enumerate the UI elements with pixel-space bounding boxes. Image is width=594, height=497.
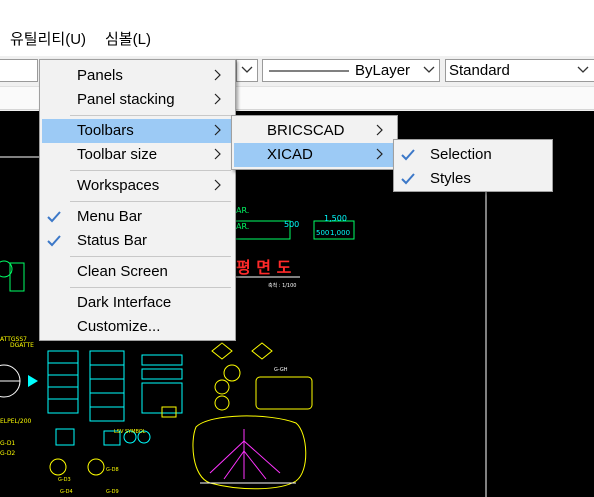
layer-combo[interactable] bbox=[0, 59, 38, 82]
menu-item-dark-interface[interactable]: Dark Interface bbox=[42, 291, 233, 315]
menu-item-customize[interactable]: Customize... bbox=[42, 315, 233, 339]
scale-label: 축척 : 1/100 bbox=[268, 282, 296, 289]
chevron-right-icon bbox=[214, 93, 221, 105]
linetype-sample-icon bbox=[269, 70, 349, 72]
menu-separator bbox=[70, 256, 231, 257]
menu-item-status-bar[interactable]: Status Bar bbox=[42, 229, 233, 253]
dim-label-c: 1,000 bbox=[330, 229, 350, 237]
menu-item-toolbar-size[interactable]: Toolbar size bbox=[42, 143, 233, 167]
menu-item-workspaces[interactable]: Workspaces bbox=[42, 174, 233, 198]
menu-bar: 유틸리티(U) 심볼(L) bbox=[0, 0, 594, 56]
chevron-right-icon bbox=[214, 124, 221, 136]
menu-separator bbox=[70, 170, 231, 171]
label-g6: G-D9 bbox=[106, 489, 119, 495]
toolbars-submenu: BRICSCAD XICAD bbox=[231, 115, 398, 170]
plan-title: 평 면 도 bbox=[236, 258, 292, 277]
textstyle-combo[interactable]: Standard bbox=[445, 59, 594, 82]
menu-item-clean-screen[interactable]: Clean Screen bbox=[42, 260, 233, 284]
chevron-right-icon bbox=[214, 179, 221, 191]
linetype-value: ByLayer bbox=[355, 62, 411, 79]
menu-item-panel-stacking[interactable]: Panel stacking bbox=[42, 88, 233, 112]
menu-separator bbox=[70, 201, 231, 202]
menu-symbol[interactable]: 심볼(L) bbox=[105, 28, 151, 49]
color-combo[interactable] bbox=[236, 59, 258, 82]
menu-item-selection[interactable]: Selection bbox=[396, 143, 550, 167]
label-dgatte: DGATTE bbox=[10, 342, 34, 349]
chevron-down-icon bbox=[423, 66, 435, 73]
view-context-menu: Panels Panel stacking Toolbars Toolbar s… bbox=[39, 59, 236, 341]
label-g1: G-D1 bbox=[0, 440, 15, 447]
dim-label-a: 1,500 bbox=[324, 214, 347, 223]
ar-label-1: AR. bbox=[236, 206, 249, 215]
checkmark-icon bbox=[401, 173, 415, 185]
xicad-submenu: Selection Styles bbox=[393, 139, 553, 192]
label-lsv: LSV SYMBOL bbox=[114, 429, 146, 435]
menu-item-bricscad[interactable]: BRICSCAD bbox=[234, 119, 395, 143]
menu-item-xicad[interactable]: XICAD bbox=[234, 143, 395, 167]
checkmark-icon bbox=[47, 211, 61, 223]
chevron-right-icon bbox=[214, 69, 221, 81]
chevron-right-icon bbox=[214, 148, 221, 160]
chevron-right-icon bbox=[376, 148, 383, 160]
chevron-down-icon bbox=[241, 66, 253, 73]
dim-label-b: 500 bbox=[284, 220, 299, 229]
chevron-right-icon bbox=[376, 124, 383, 136]
checkmark-icon bbox=[47, 235, 61, 247]
checkmark-icon bbox=[401, 149, 415, 161]
label-g3: G-D3 bbox=[58, 477, 71, 483]
chevron-down-icon bbox=[577, 66, 589, 73]
linetype-combo[interactable]: ByLayer bbox=[262, 59, 440, 82]
menu-item-menu-bar[interactable]: Menu Bar bbox=[42, 205, 233, 229]
label-g4: G-D4 bbox=[60, 489, 73, 495]
dim-label-d: 500 bbox=[316, 229, 329, 237]
label-gh: G-GH bbox=[274, 367, 288, 373]
menu-utilities[interactable]: 유틸리티(U) bbox=[10, 28, 86, 49]
label-g2: G-D2 bbox=[0, 450, 15, 457]
menu-separator bbox=[70, 287, 231, 288]
textstyle-value: Standard bbox=[449, 62, 510, 79]
menu-item-panels[interactable]: Panels bbox=[42, 64, 233, 88]
menu-item-styles[interactable]: Styles bbox=[396, 167, 550, 191]
label-g5: G-D8 bbox=[106, 467, 119, 473]
label-elpel: ELPEL/200 bbox=[0, 418, 32, 425]
menu-item-toolbars[interactable]: Toolbars bbox=[42, 119, 233, 143]
ar-label-2: AR. bbox=[236, 222, 249, 231]
menu-separator bbox=[70, 115, 231, 116]
